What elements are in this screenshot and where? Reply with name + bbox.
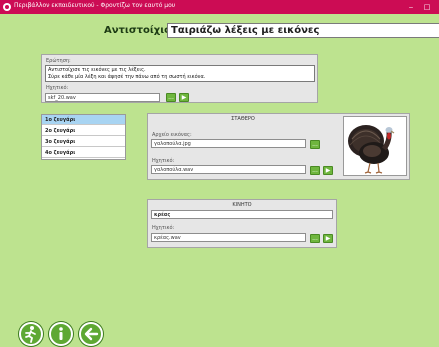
moving-audio-label: Ηχητικό: [152, 225, 175, 231]
app-window: Περιβάλλον εκπαιδευτικού - Φροντίζω τον … [0, 0, 439, 347]
back-button[interactable] [79, 322, 103, 346]
fixed-heading: ΣΤΑΘΕΡΟ [231, 116, 255, 122]
pair-item-4[interactable]: 4o ζευγάρι [42, 148, 125, 158]
moving-audio-play-button[interactable]: ▶ [323, 234, 333, 243]
question-audio-label: Ηχητικό: [46, 85, 69, 91]
moving-word-field[interactable]: κρέας [151, 210, 333, 219]
question-audio-play-button[interactable]: ▶ [179, 93, 189, 102]
activity-title-input[interactable]: Ταιριάζω λέξεις με εικόνες [167, 23, 439, 38]
exit-button[interactable] [19, 322, 43, 346]
question-line-2: Σύρε κάθε μία λέξη και άφησέ την πάνω απ… [48, 73, 206, 80]
moving-audio-field[interactable]: κρέας.wav [151, 233, 306, 242]
info-icon [59, 327, 63, 340]
minimize-button[interactable]: ‒ [404, 1, 418, 13]
running-man-icon [25, 326, 36, 343]
question-label: Ερώτηση: [46, 58, 71, 64]
fixed-panel: ΣΤΑΘΕΡΟ Αρχείο εικόνας: γαλοπούλα.jpg ..… [147, 113, 410, 180]
fixed-audio-browse-button[interactable]: ... [310, 166, 320, 175]
question-audio-browse-button[interactable]: ... [166, 93, 176, 102]
turkey-image [348, 125, 395, 174]
image-preview[interactable] [343, 116, 407, 176]
pair-item-3[interactable]: 3o ζευγάρι [42, 137, 125, 147]
moving-panel: ΚΙΝΗΤΟ κρέας Ηχητικό: κρέας.wav ... ▶ [147, 199, 337, 248]
pair-item-2[interactable]: 2o ζευγάρι [42, 126, 125, 136]
pairs-list: 1o ζευγάρι 2o ζευγάρι 3o ζευγάρι 4o ζευγ… [41, 114, 126, 160]
image-file-label: Αρχείο εικόνας: [152, 132, 192, 138]
image-file-field[interactable]: γαλοπούλα.jpg [151, 139, 306, 148]
image-browse-button[interactable]: ... [310, 140, 320, 149]
maximize-button[interactable]: □ [420, 1, 434, 13]
fixed-audio-field[interactable]: γαλοπούλα.wav [151, 165, 306, 174]
fixed-audio-play-button[interactable]: ▶ [323, 166, 333, 175]
pair-item-1[interactable]: 1o ζευγάρι [42, 115, 125, 125]
app-icon [3, 3, 11, 11]
question-text-input[interactable]: Αντιστοίχισε τις εικόνες με τις λέξεις. … [45, 65, 315, 82]
back-arrow-icon [84, 327, 99, 341]
fixed-audio-label: Ηχητικό: [152, 158, 175, 164]
question-audio-field[interactable]: skf_20.wav [45, 93, 160, 102]
title-bar: Περιβάλλον εκπαιδευτικού - Φροντίζω τον … [0, 0, 439, 14]
window-title: Περιβάλλον εκπαιδευτικού - Φροντίζω τον … [14, 2, 176, 9]
moving-audio-browse-button[interactable]: ... [310, 234, 320, 243]
question-panel: Ερώτηση: Αντιστοίχισε τις εικόνες με τις… [41, 54, 318, 103]
info-button[interactable] [49, 322, 73, 346]
moving-heading: ΚΙΝΗΤΟ [232, 202, 252, 208]
